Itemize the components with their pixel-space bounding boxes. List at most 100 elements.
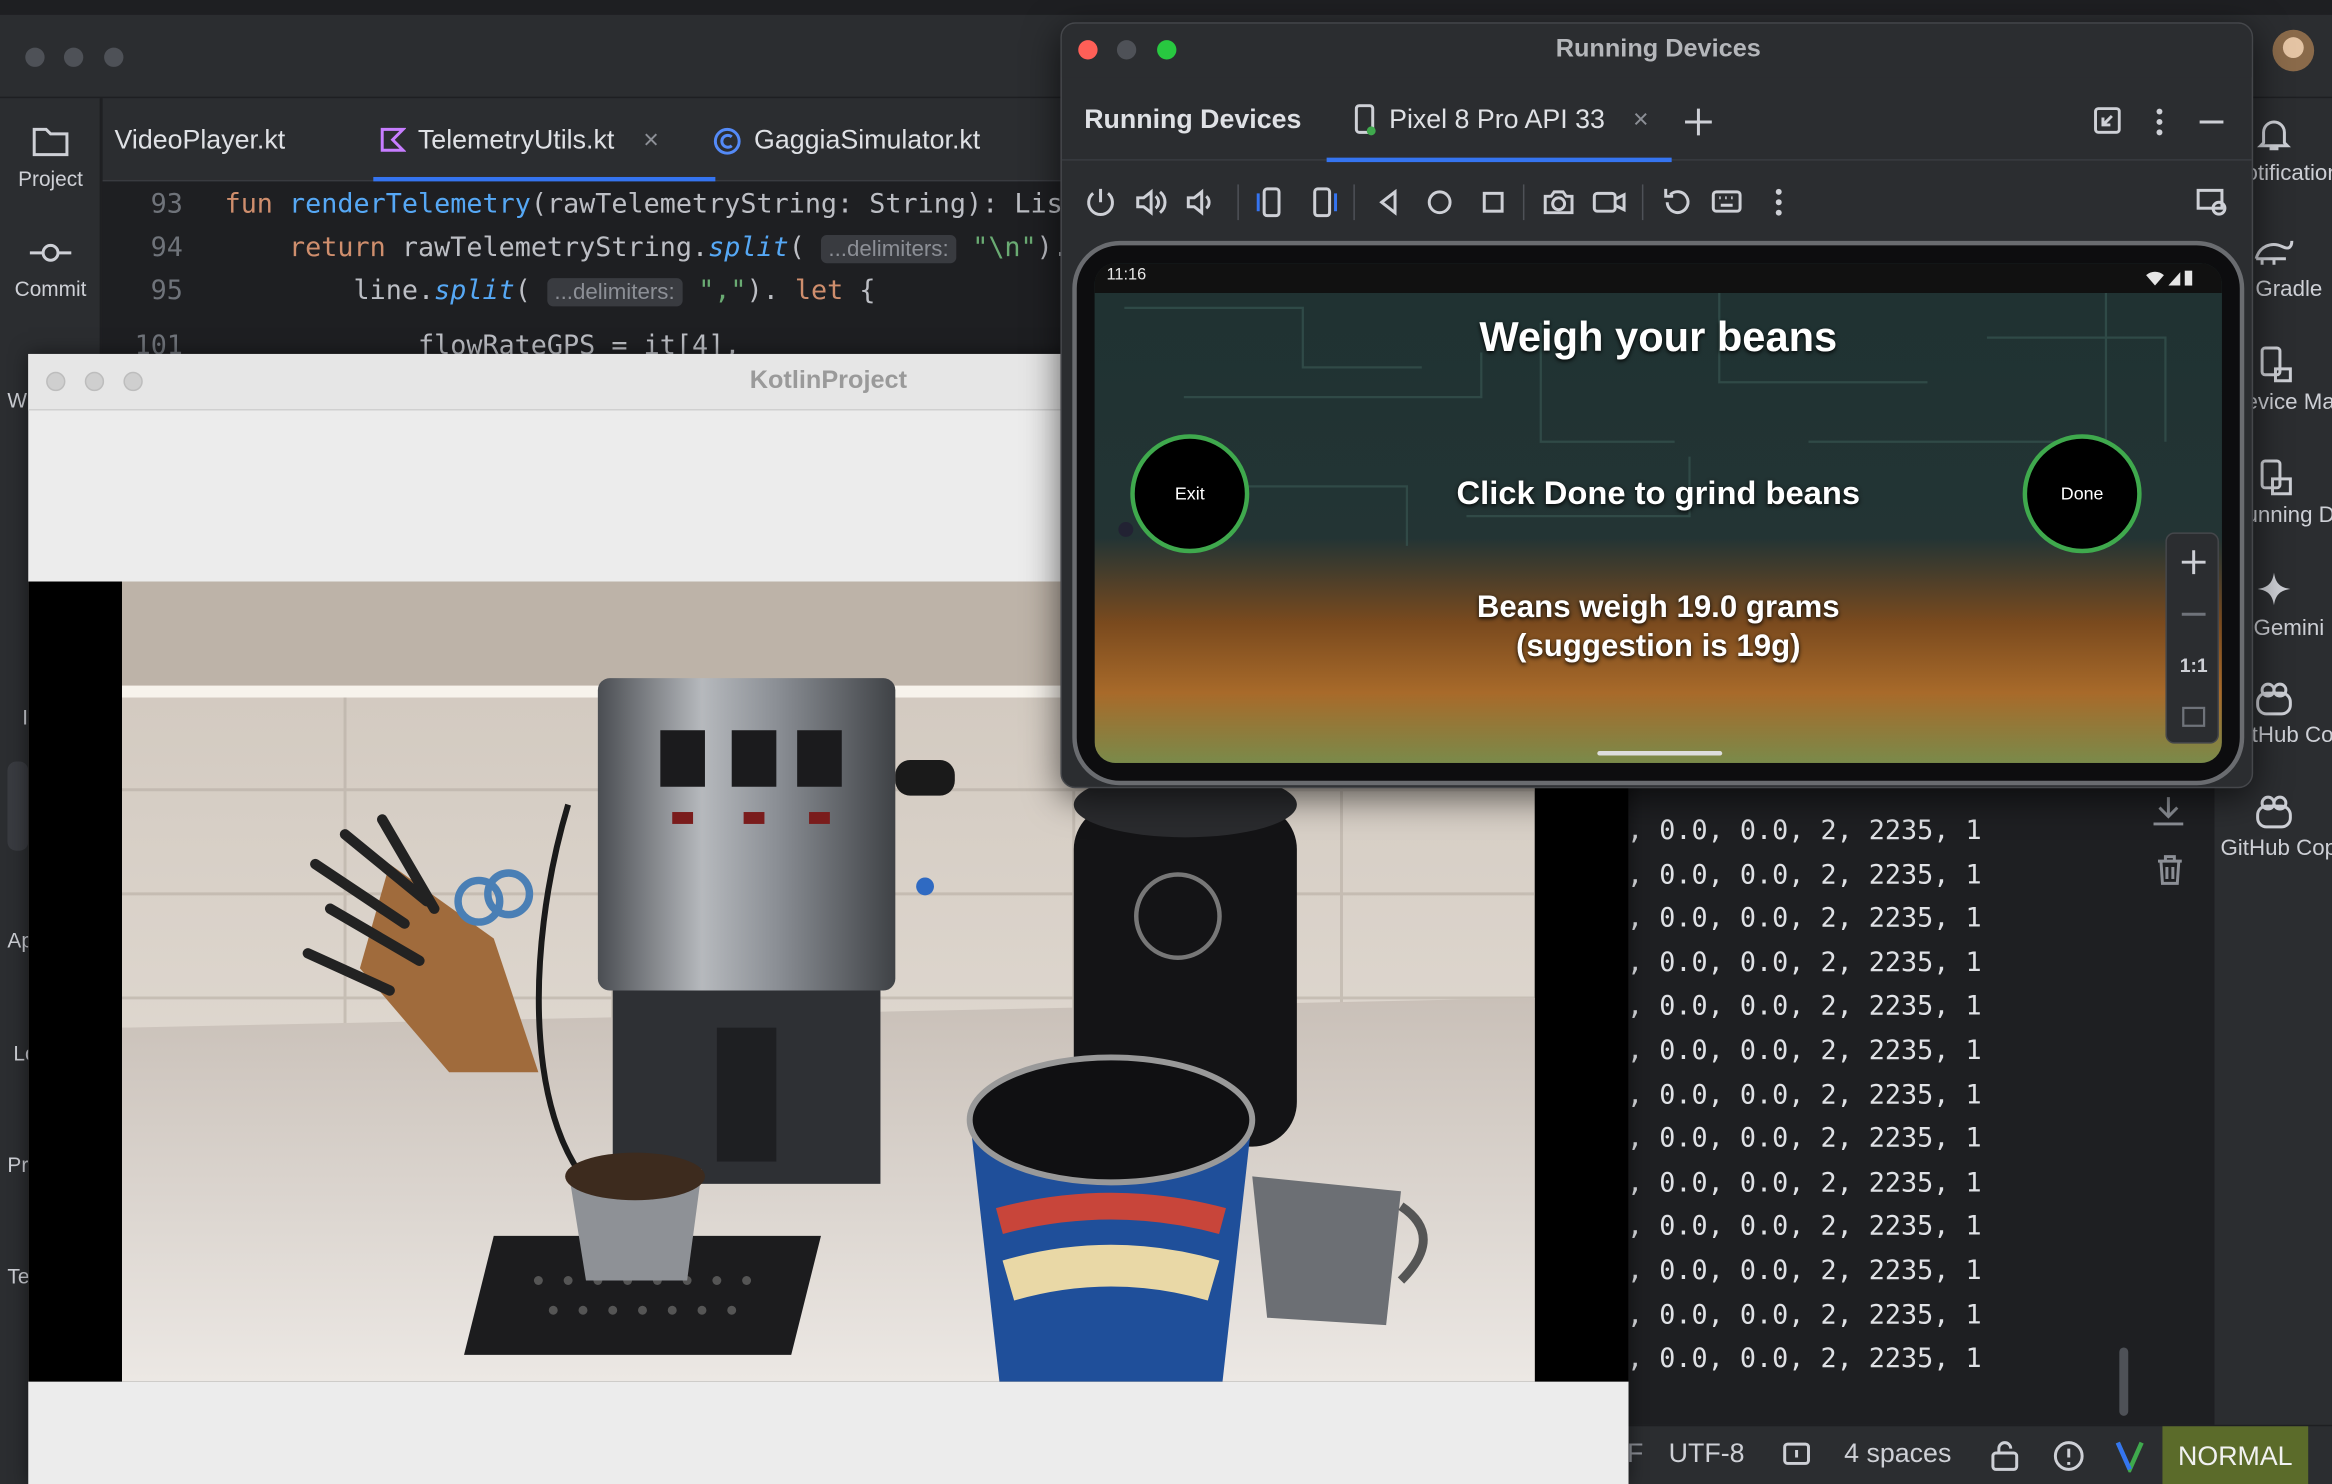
close-device-tab-icon[interactable]: × — [1633, 104, 1649, 135]
console-line: , 0.0, 0.0, 2, 2235, 1 — [1627, 1211, 1982, 1243]
phone-device-icon — [1354, 104, 1376, 136]
camera-cutout — [1118, 522, 1134, 537]
minimize-panel-icon[interactable] — [2198, 119, 2225, 125]
console-line: , 0.0, 0.0, 2, 2235, 1 — [1627, 903, 1982, 935]
ide-minimize-button[interactable] — [63, 47, 84, 67]
tool-github-copilot-chat[interactable]: GitHub Copilot Chat — [2215, 794, 2332, 861]
tool-cut-label[interactable]: Te — [7, 1264, 29, 1288]
code-token: split — [434, 275, 515, 307]
readonly-icon[interactable] — [1782, 1441, 1812, 1471]
gesture-bar[interactable] — [1597, 751, 1723, 756]
running-devices-title-bar: Running Devices — [1061, 23, 2252, 78]
lock-icon[interactable] — [1990, 1440, 2020, 1473]
toolbar-separator — [1353, 184, 1355, 221]
trash-icon[interactable] — [2156, 854, 2183, 887]
screen-heading: Weigh your beans — [1479, 313, 1838, 360]
toolbar-separator — [1641, 184, 1644, 221]
code-token: fun — [224, 188, 290, 221]
line-number: 93 — [150, 188, 183, 221]
tool-label: Gemini — [2253, 615, 2325, 642]
console-line: , 0.0, 0.0, 2, 2235, 1 — [1627, 1255, 1982, 1287]
console-line: , 0.0, 0.0, 2, 2235, 1 — [1627, 1167, 1982, 1199]
parameter-hint: ...delimiters: — [820, 234, 957, 264]
rotate-right-icon[interactable] — [1306, 184, 1342, 220]
running-devices-window: Running Devices Running Devices Pixel 8 … — [1060, 22, 2254, 789]
ide-close-button[interactable] — [25, 47, 45, 67]
editor-tab-bar: VideoPlayer.kt TelemetryUtils.kt × Gaggi… — [102, 98, 1144, 182]
ide-zoom-button[interactable] — [104, 47, 124, 67]
add-device-icon[interactable] — [1684, 107, 1714, 137]
device-tab-label: Pixel 8 Pro API 33 — [1389, 104, 1605, 134]
console-scrollbar[interactable] — [2119, 1347, 2129, 1416]
run-console[interactable]: , 0.0, 0.0, 2, 2235, 1 , 0.0, 0.0, 2, 223… — [1627, 773, 2214, 1428]
copilot-icon — [2256, 682, 2292, 716]
tool-project-label: Project — [18, 166, 83, 191]
tool-cut-label[interactable]: I — [22, 705, 28, 729]
zoom-out-icon[interactable] — [2180, 611, 2207, 617]
suggestion-text: (suggestion is 19g) — [1515, 629, 1801, 664]
zoom-in-icon[interactable] — [2180, 549, 2207, 576]
device-mirror-icon[interactable] — [2195, 184, 2231, 220]
back-icon[interactable] — [1371, 184, 1407, 220]
rotate-left-icon[interactable] — [1252, 184, 1288, 220]
phone-screen[interactable]: 11:16 Weigh your beans Exit Done Click D… — [1094, 263, 2222, 763]
code-token: split — [708, 232, 789, 264]
vim-mode-badge: NORMAL — [2162, 1426, 2309, 1484]
tab-pixel-8-pro[interactable]: Pixel 8 Pro API 33 × — [1326, 77, 1672, 163]
kotlin-file-icon — [380, 127, 407, 152]
code-token: ( — [514, 275, 547, 307]
overview-icon[interactable] — [1475, 184, 1511, 220]
status-bar-time: 11:16 — [1106, 266, 1147, 285]
volume-down-icon[interactable] — [1184, 184, 1220, 220]
indent-widget[interactable]: 4 spaces — [1844, 1438, 1951, 1469]
zoom-actual-size[interactable]: 1:1 — [2167, 654, 2221, 676]
code-token: return — [289, 232, 402, 264]
code-token: rawTelemetryString. — [401, 232, 709, 264]
reset-icon[interactable] — [1660, 184, 1696, 220]
tab-gaggiasimulator[interactable]: GaggiaSimulator.kt — [712, 98, 980, 181]
rd-panel-title: Running Devices — [1084, 104, 1302, 134]
copilot-chat-icon — [2256, 795, 2292, 829]
tab-label: GaggiaSimulator.kt — [754, 124, 981, 155]
weight-text: Beans weigh 19.0 grams — [1476, 590, 1840, 625]
console-line: , 0.0, 0.0, 2, 2235, 1 — [1627, 1123, 1982, 1155]
console-line: , 0.0, 0.0, 2, 2235, 1 — [1627, 1079, 1982, 1111]
avatar[interactable] — [2272, 29, 2315, 72]
tab-label: VideoPlayer.kt — [114, 124, 286, 155]
keyboard-icon[interactable] — [1710, 184, 1746, 220]
camera-icon[interactable] — [1541, 184, 1577, 220]
console-line: , 0.0, 0.0, 2, 2235, 1 — [1627, 1299, 1982, 1331]
tool-cut-label[interactable]: W — [7, 388, 27, 412]
code-text: fun renderTelemetry(rawTelemetryString: … — [225, 183, 1095, 226]
tool-commit[interactable]: Commit — [0, 241, 101, 300]
fit-screen-icon[interactable] — [2182, 706, 2206, 727]
power-icon[interactable] — [1083, 184, 1119, 220]
more-options-icon[interactable] — [2154, 107, 2166, 137]
scroll-to-end-icon[interactable] — [2151, 794, 2187, 827]
code-token: renderTelemetry — [289, 188, 531, 221]
close-tab-icon[interactable]: × — [643, 98, 659, 181]
home-icon[interactable] — [1422, 184, 1458, 220]
code-token: { — [843, 275, 876, 307]
toolbar-separator — [1237, 184, 1239, 221]
encoding-widget[interactable]: UTF-8 — [1669, 1438, 1745, 1469]
status-bar: F UTF-8 4 spaces NORMAL — [1627, 1424, 2332, 1484]
code-token: "," — [682, 275, 747, 307]
volume-up-icon[interactable] — [1133, 184, 1169, 220]
vim-icon[interactable] — [2115, 1440, 2145, 1473]
tool-project[interactable]: Project — [0, 125, 101, 190]
code-editor[interactable]: 93 fun renderTelemetry(rawTelemetryString… — [102, 181, 1144, 361]
console-line: , 0.0, 0.0, 2, 2235, 1 — [1627, 815, 1982, 847]
tab-telemetryutils[interactable]: TelemetryUtils.kt × — [373, 98, 716, 182]
tab-videoplayer[interactable]: VideoPlayer.kt — [115, 98, 286, 181]
tool-cut-label[interactable]: Pr — [7, 1153, 28, 1177]
status-fragment: F — [1627, 1438, 1644, 1468]
tool-label: Gradle — [2255, 276, 2323, 302]
code-token: ). — [746, 275, 795, 307]
line-number: 95 — [150, 275, 183, 307]
screen-record-icon[interactable] — [1591, 184, 1627, 220]
warning-icon[interactable] — [2052, 1440, 2085, 1473]
more-actions-icon[interactable] — [1761, 184, 1797, 220]
restore-window-icon[interactable] — [2094, 107, 2121, 134]
rd-window-title: Running Devices — [1555, 34, 1761, 63]
